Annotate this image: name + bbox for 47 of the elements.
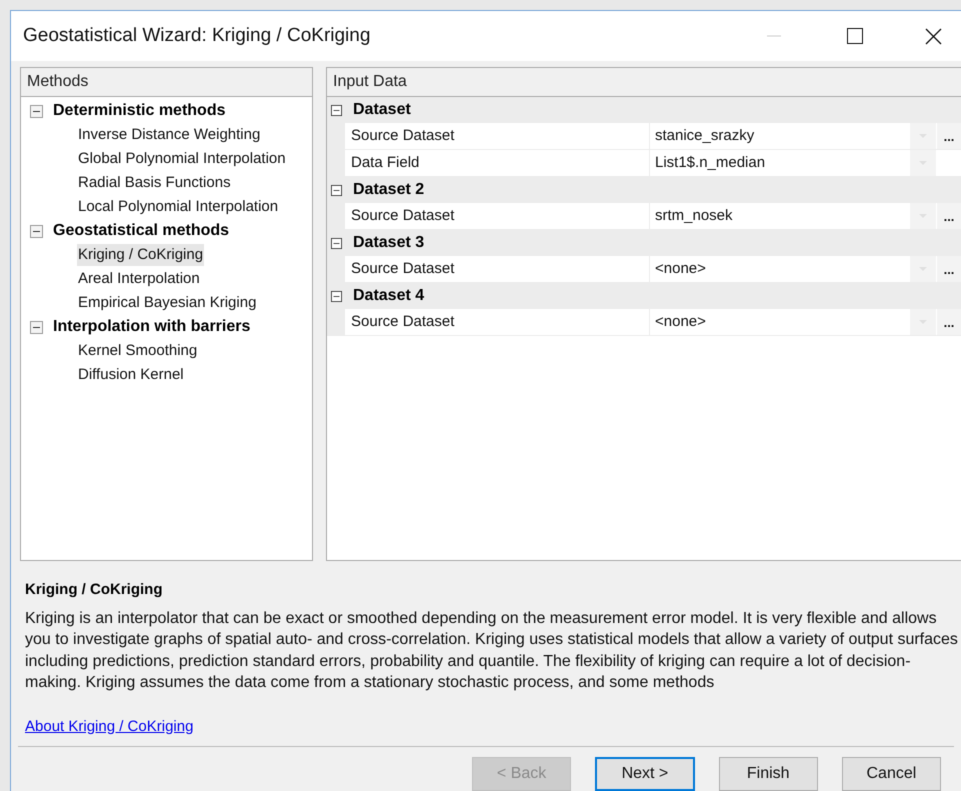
browse-button[interactable]: ...	[937, 309, 961, 335]
collapse-icon[interactable]	[30, 320, 43, 334]
category-label: Dataset 3	[353, 233, 424, 253]
property-value[interactable]: <none>	[650, 258, 910, 280]
browse-button[interactable]: ...	[937, 203, 961, 229]
window-title: Geostatistical Wizard: Kriging / CoKriging	[22, 24, 372, 48]
method-item[interactable]: Diffusion Kernel	[77, 364, 185, 386]
about-link[interactable]: About Kriging / CoKriging	[25, 716, 194, 738]
property-name: Source Dataset	[345, 309, 649, 335]
property-name: Source Dataset	[345, 203, 649, 229]
property-value[interactable]: srtm_nosek	[650, 204, 910, 228]
collapse-icon[interactable]	[30, 104, 43, 118]
method-item[interactable]: Global Polynomial Interpolation	[77, 148, 287, 170]
method-item[interactable]: Local Polynomial Interpolation	[77, 196, 280, 218]
property-name: Source Dataset	[345, 123, 649, 149]
method-item[interactable]: Inverse Distance Weighting	[77, 124, 262, 146]
category-label: Dataset 2	[353, 180, 424, 200]
collapse-icon[interactable]	[331, 104, 342, 116]
methods-header: Methods	[21, 68, 312, 97]
property-name: Data Field	[345, 150, 649, 176]
wizard-button[interactable]: Cancel	[842, 757, 941, 791]
property-value[interactable]: <none>	[650, 310, 910, 334]
method-item[interactable]: Areal Interpolation	[77, 268, 201, 290]
property-value[interactable]: stanice_srazky	[650, 124, 910, 148]
group-label[interactable]: Interpolation with barriers	[53, 315, 250, 339]
description-text: Kriging is an interpolator that can be exact or smoothed depending on the measurement error model. It is very flexible and allows you to investigate graphs of spatial auto- and cross-correlation. Kriging uses statistical models that allow a variety of output surfaces including predictions, prediction standard errors, probability and quantile. The flexibility of kriging can require a lot of decision-making. Kriging assumes the data come from a stationary stochastic process, and some methods	[25, 608, 959, 693]
description-title: Kriging / CoKriging	[25, 580, 164, 600]
collapse-icon[interactable]	[331, 290, 342, 302]
browse-button[interactable]: ...	[937, 256, 961, 282]
wizard-button[interactable]: Finish	[718, 757, 818, 791]
wizard-button[interactable]: Next >	[595, 757, 695, 791]
category-label: Dataset 4	[353, 286, 424, 306]
browse-button[interactable]: ...	[937, 123, 961, 149]
method-item[interactable]: Empirical Bayesian Kriging	[77, 292, 258, 314]
group-label[interactable]: Deterministic methods	[53, 99, 226, 123]
method-item[interactable]: Kriging / CoKriging	[77, 244, 204, 266]
close-icon[interactable]	[925, 28, 942, 44]
maximize-icon[interactable]	[847, 28, 863, 44]
property-name: Source Dataset	[345, 256, 649, 282]
input-data-header: Input Data	[327, 68, 961, 97]
collapse-icon[interactable]	[331, 184, 342, 196]
method-item[interactable]: Kernel Smoothing	[77, 340, 198, 362]
category-label: Dataset	[353, 100, 411, 120]
collapse-icon[interactable]	[331, 238, 342, 248]
collapse-icon[interactable]	[30, 224, 43, 238]
group-label[interactable]: Geostatistical methods	[53, 219, 230, 243]
method-item[interactable]: Radial Basis Functions	[77, 172, 232, 194]
